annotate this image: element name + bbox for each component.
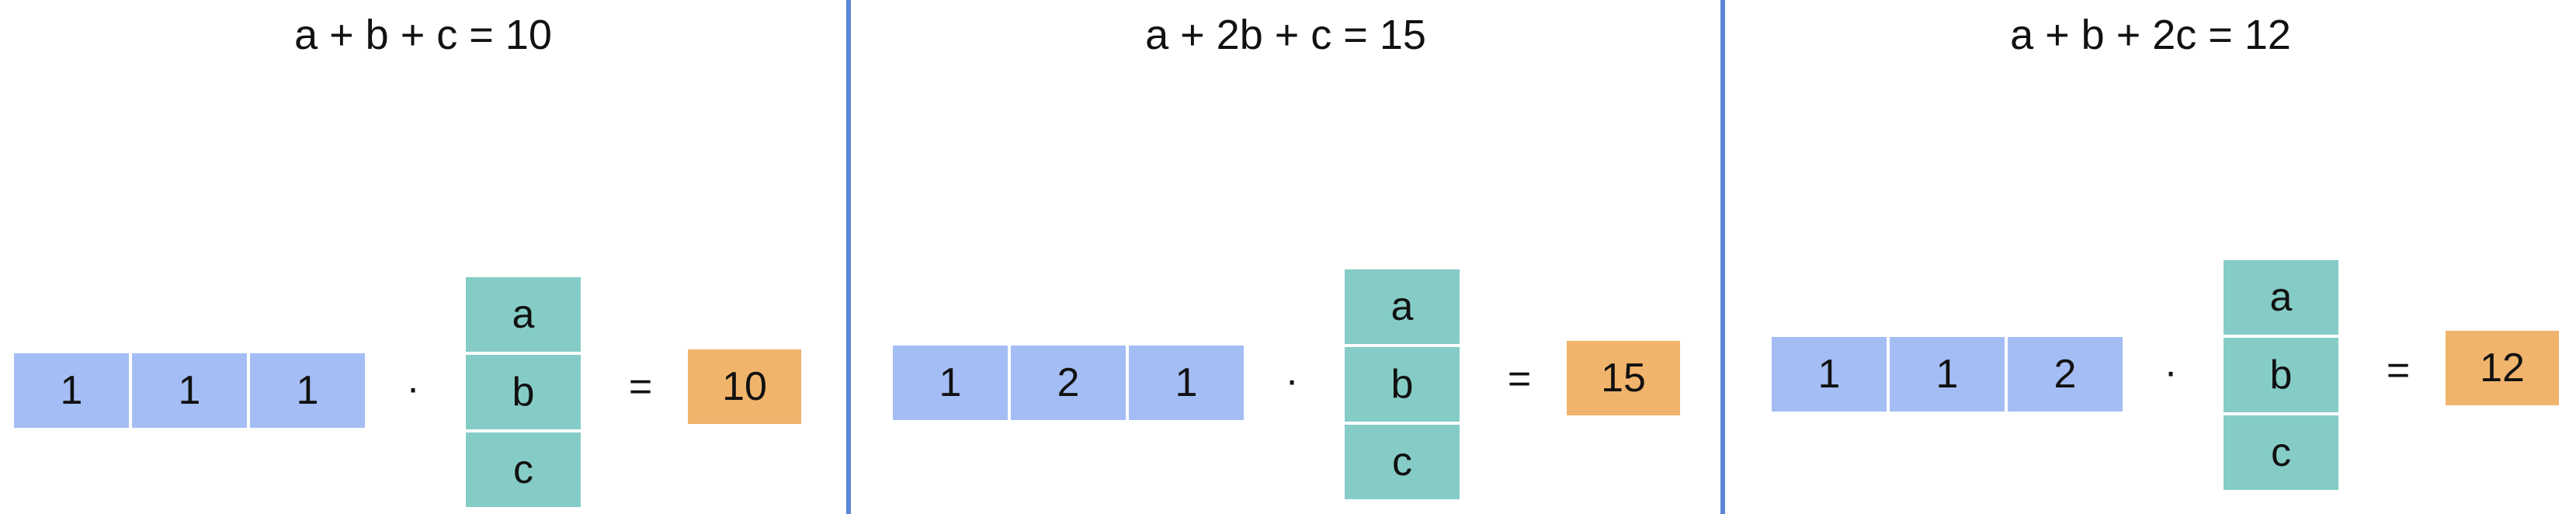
column-vector-cell-c: c <box>1345 425 1460 499</box>
dot-operator: · <box>406 366 420 411</box>
row-vector-cell-1: 1 <box>893 346 1008 420</box>
row-vector-cell-2: 1 <box>1890 337 2005 412</box>
dot-operator: · <box>2164 349 2178 394</box>
equation-panel-2: a + 2b + c = 15 1 2 1 · a b c = 15 <box>851 0 1720 514</box>
column-vector-cell-b: b <box>2224 338 2338 412</box>
row-vector-cell-3: 2 <box>2008 337 2123 412</box>
row-vector-cell-1: 1 <box>1772 337 1887 412</box>
equation-panel-1: a + b + c = 10 1 1 1 · a b c = 10 <box>0 0 846 514</box>
column-vector-cell-c: c <box>466 432 581 507</box>
column-vector-cell-a: a <box>1345 269 1460 344</box>
equation-panel-3: a + b + 2c = 12 1 1 2 · a b c = 12 <box>1725 0 2576 514</box>
result-cell: 15 <box>1567 341 1680 415</box>
dot-product-diagram: a + b + c = 10 1 1 1 · a b c = 10 a + 2b… <box>0 0 2576 514</box>
row-vector-cell-2: 1 <box>132 353 247 428</box>
column-vector-cell-b: b <box>1345 347 1460 422</box>
result-cell: 10 <box>688 349 801 424</box>
row-vector-cell-2: 2 <box>1011 346 1126 420</box>
equals-operator: = <box>2386 348 2411 393</box>
row-vector-cell-1: 1 <box>14 353 129 428</box>
equals-operator: = <box>1507 356 1532 401</box>
equals-operator: = <box>628 364 653 409</box>
equation-title: a + b + 2c = 12 <box>2010 12 2291 58</box>
row-vector-cell-3: 1 <box>250 353 365 428</box>
column-vector-cell-c: c <box>2224 415 2338 490</box>
column-vector-cell-a: a <box>2224 260 2338 335</box>
row-vector-cell-3: 1 <box>1129 346 1244 420</box>
column-vector-cell-b: b <box>466 355 581 429</box>
equation-title: a + b + c = 10 <box>294 12 552 58</box>
column-vector-cell-a: a <box>466 277 581 352</box>
equation-title: a + 2b + c = 15 <box>1145 12 1426 58</box>
result-cell: 12 <box>2446 331 2559 405</box>
dot-operator: · <box>1285 358 1299 403</box>
